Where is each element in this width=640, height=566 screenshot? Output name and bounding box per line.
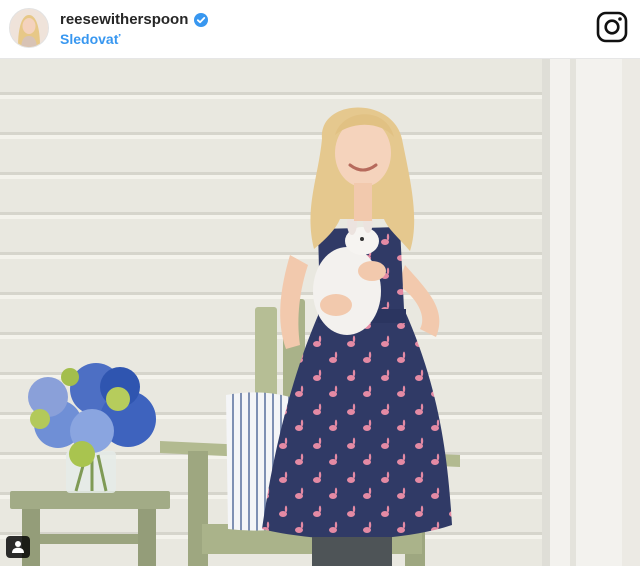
post-header: reesewitherspoon Sledovať: [0, 0, 640, 59]
profile-avatar[interactable]: [9, 8, 49, 48]
verified-badge-icon: [194, 12, 209, 27]
user-tag-icon[interactable]: [6, 536, 30, 558]
follow-button[interactable]: Sledovať: [60, 31, 120, 47]
post-photo[interactable]: [0, 59, 640, 566]
instagram-icon[interactable]: [596, 11, 628, 43]
username[interactable]: reesewitherspoon: [60, 11, 188, 28]
